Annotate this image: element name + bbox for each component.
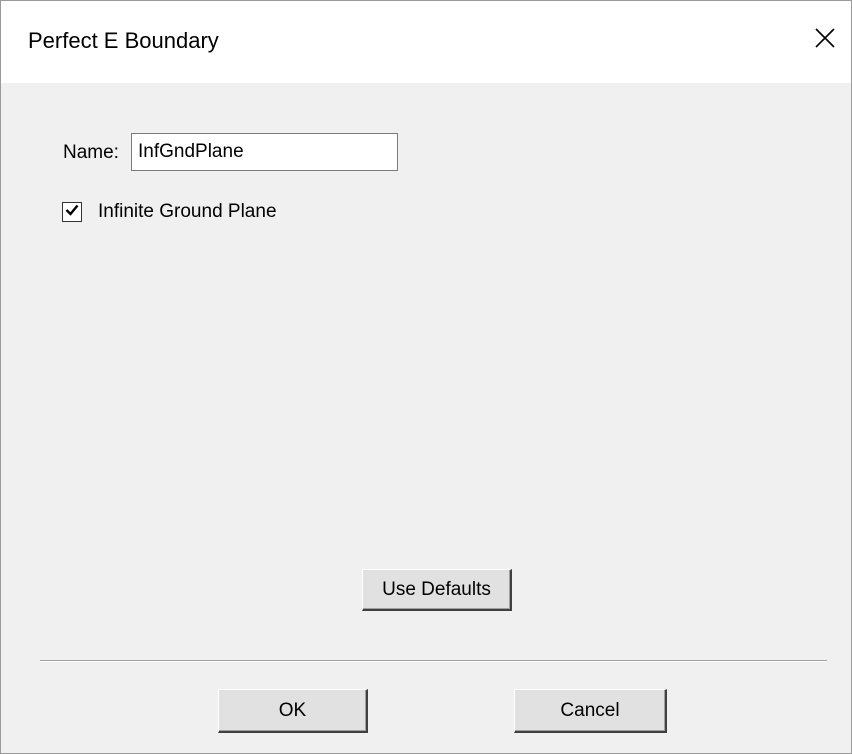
infinite-ground-plane-label: Infinite Ground Plane <box>98 201 277 222</box>
name-label: Name: <box>63 142 119 163</box>
close-button[interactable] <box>805 21 845 59</box>
name-field[interactable] <box>131 133 398 171</box>
title-bar[interactable]: Perfect E Boundary <box>1 1 851 83</box>
infinite-ground-plane-option[interactable]: Infinite Ground Plane <box>62 201 277 223</box>
separator <box>40 660 827 662</box>
ok-button[interactable]: OK <box>218 689 368 733</box>
checkmark-icon <box>64 202 80 223</box>
dialog-title: Perfect E Boundary <box>28 28 219 53</box>
cancel-button[interactable]: Cancel <box>514 689 667 733</box>
use-defaults-button[interactable]: Use Defaults <box>362 569 512 611</box>
close-icon <box>814 27 836 54</box>
dialog-window: Perfect E Boundary Name: Infinite Ground… <box>0 0 852 754</box>
infinite-ground-plane-checkbox[interactable] <box>62 202 82 222</box>
